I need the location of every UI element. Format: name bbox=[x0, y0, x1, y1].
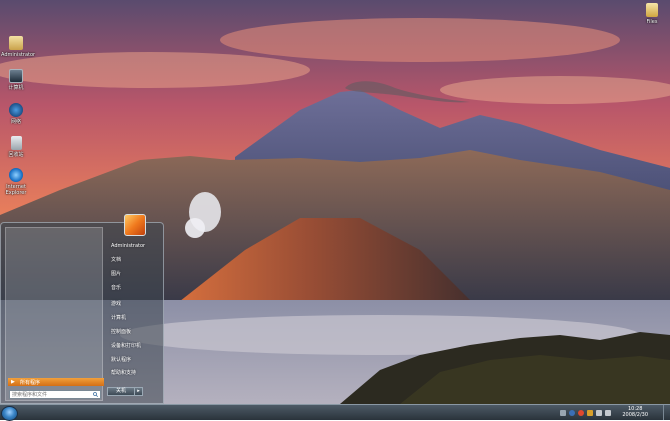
user-picture[interactable] bbox=[124, 214, 146, 236]
system-tray: 10:28 2008/2/30 bbox=[560, 405, 670, 421]
search-icon bbox=[93, 392, 98, 397]
folder-user-icon bbox=[9, 36, 23, 50]
ie-icon bbox=[9, 168, 23, 182]
desktop-icon-files[interactable]: Files bbox=[637, 3, 667, 25]
shutdown-button[interactable]: 关机 bbox=[107, 387, 135, 396]
menu-item-label: 控制面板 bbox=[111, 329, 132, 335]
shutdown-options-button[interactable]: ▸ bbox=[134, 387, 143, 396]
menu-item-label: 图片 bbox=[111, 271, 122, 277]
antivirus-icon[interactable] bbox=[578, 410, 584, 416]
menu-item-documents[interactable]: 文档 bbox=[107, 256, 163, 265]
desktop-icon-label: Administrator bbox=[1, 52, 36, 58]
menu-item-label: 默认程序 bbox=[111, 357, 132, 363]
menu-item-default-programs[interactable]: 默认程序 bbox=[107, 356, 163, 365]
network-status-icon[interactable] bbox=[596, 410, 602, 416]
show-desktop-button[interactable] bbox=[663, 405, 670, 420]
start-menu: ▶ 所有程序 Administrator 文档 图片 音乐 游戏 计算机 控制面… bbox=[0, 214, 164, 404]
arrow-right-icon: ▶ bbox=[11, 379, 15, 385]
menu-item-label: 帮助和支持 bbox=[111, 370, 137, 376]
search-input[interactable] bbox=[9, 390, 101, 399]
menu-item-music[interactable]: 音乐 bbox=[107, 284, 163, 293]
chevron-right-icon: ▸ bbox=[137, 388, 140, 394]
desktop-icon-label: Internet Explorer bbox=[5, 184, 27, 196]
menu-item-games[interactable]: 游戏 bbox=[107, 300, 163, 309]
menu-item-administrator[interactable]: Administrator bbox=[107, 242, 163, 251]
desktop-icon-label: 网络 bbox=[10, 119, 21, 125]
menu-item-label: Administrator bbox=[111, 243, 146, 249]
desktop-icon-label: 回收站 bbox=[8, 152, 24, 158]
computer-icon bbox=[9, 69, 23, 83]
shutdown-label: 关机 bbox=[115, 388, 126, 394]
clock-date: 2008/2/30 bbox=[622, 412, 648, 418]
folder-icon bbox=[646, 3, 658, 17]
menu-item-control-panel[interactable]: 控制面板 bbox=[107, 328, 163, 337]
notification-icon[interactable] bbox=[587, 410, 593, 416]
language-icon[interactable] bbox=[569, 410, 575, 416]
start-menu-program-list: ▶ 所有程序 bbox=[5, 227, 104, 401]
desktop-icon-label: Files bbox=[646, 19, 658, 25]
volume-icon[interactable] bbox=[605, 410, 611, 416]
menu-item-help-support[interactable]: 帮助和支持 bbox=[107, 369, 163, 378]
menu-item-label: 文档 bbox=[111, 257, 122, 263]
desktop-icon-label: 计算机 bbox=[8, 85, 24, 91]
desktop-icon-internet-explorer[interactable]: Internet Explorer bbox=[1, 168, 31, 196]
menu-item-label: 音乐 bbox=[111, 285, 122, 291]
network-icon bbox=[9, 103, 23, 117]
clock[interactable]: 10:28 2008/2/30 bbox=[622, 406, 648, 418]
desktop-icon-computer[interactable]: 计算机 bbox=[1, 69, 31, 91]
desktop-icon-administrator[interactable]: Administrator bbox=[1, 36, 36, 58]
all-programs-button[interactable]: ▶ 所有程序 bbox=[8, 378, 104, 386]
recycle-bin-icon bbox=[10, 136, 22, 150]
desktop-icon-network[interactable]: 网络 bbox=[1, 103, 31, 125]
start-button[interactable] bbox=[1, 406, 18, 421]
menu-item-pictures[interactable]: 图片 bbox=[107, 270, 163, 279]
menu-item-devices-printers[interactable]: 设备和打印机 bbox=[107, 342, 163, 351]
menu-item-label: 设备和打印机 bbox=[111, 343, 142, 349]
menu-item-label: 游戏 bbox=[111, 301, 122, 307]
desktop-icon-recycle-bin[interactable]: 回收站 bbox=[1, 136, 31, 158]
all-programs-label: 所有程序 bbox=[20, 380, 41, 386]
keyboard-icon[interactable] bbox=[560, 410, 566, 416]
menu-item-computer[interactable]: 计算机 bbox=[107, 314, 163, 323]
taskbar: 10:28 2008/2/30 bbox=[0, 404, 670, 421]
menu-item-label: 计算机 bbox=[111, 315, 127, 321]
